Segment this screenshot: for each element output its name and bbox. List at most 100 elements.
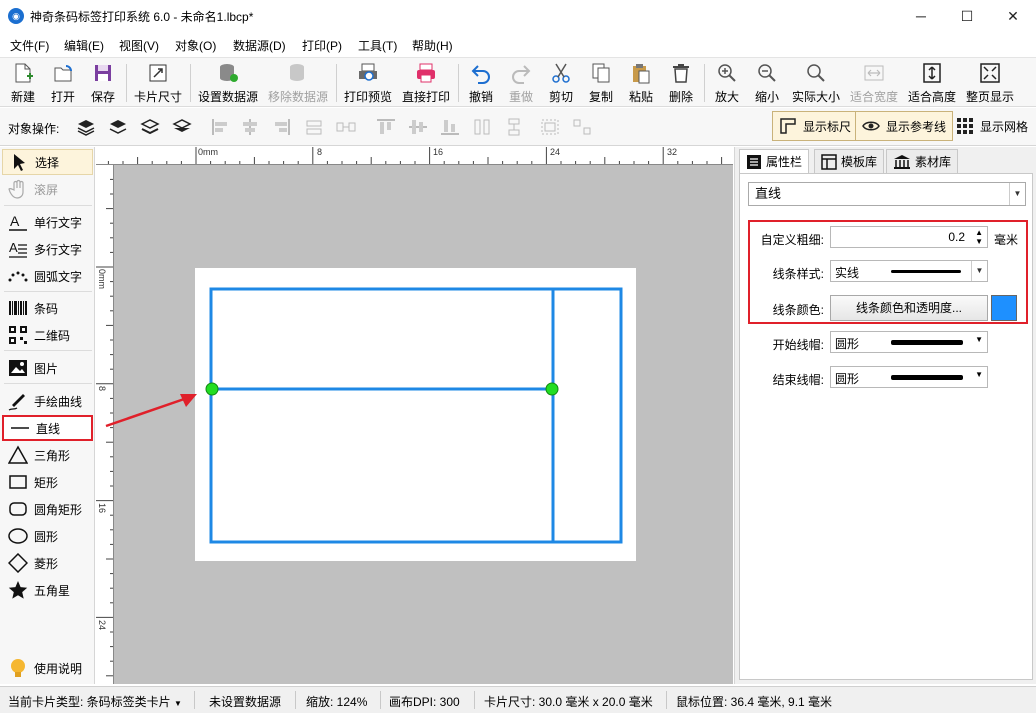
card-size-button[interactable]: 卡片尺寸 xyxy=(130,60,186,106)
object-ops-label: 对象操作: xyxy=(8,122,60,136)
app-icon: ◉ xyxy=(8,8,24,24)
align-left-icon[interactable] xyxy=(210,118,230,136)
paste-button[interactable]: 粘贴 xyxy=(622,60,660,106)
tool-scroll[interactable]: 滚屏 xyxy=(2,176,93,202)
actual-size-button[interactable]: 实际大小 xyxy=(788,60,844,106)
menu-bar: 文件(F) 编辑(E) 视图(V) 对象(O) 数据源(D) 打印(P) 工具(… xyxy=(0,33,1036,55)
v-ruler-label-24: 24 xyxy=(97,620,107,631)
tool-diamond[interactable]: 菱形 xyxy=(2,550,93,576)
save-button[interactable]: 保存 xyxy=(84,60,122,106)
line-color-swatch[interactable] xyxy=(991,295,1017,321)
align-center-icon[interactable] xyxy=(240,118,260,136)
tool-rounded-rect[interactable]: 圆角矩形 xyxy=(2,496,93,522)
show-guides-toggle[interactable]: 显示参考线 xyxy=(855,111,954,141)
tool-freehand[interactable]: 手绘曲线 xyxy=(2,388,93,414)
tool-image[interactable]: 图片 xyxy=(2,355,93,381)
cut-button[interactable]: 剪切 xyxy=(542,60,580,106)
undo-button[interactable]: 撤销 xyxy=(462,60,500,106)
menu-datasource[interactable]: 数据源(D) xyxy=(233,37,286,54)
group-icon[interactable] xyxy=(540,118,560,136)
bring-to-front-icon[interactable] xyxy=(76,118,96,136)
zoom-in-button[interactable]: 放大 xyxy=(708,60,746,106)
database-remove-icon xyxy=(290,64,304,81)
border-rectangle[interactable] xyxy=(209,287,623,544)
align-bottom-icon[interactable] xyxy=(440,118,460,136)
align-middle-icon[interactable] xyxy=(408,118,428,136)
zoom-out-button[interactable]: 缩小 xyxy=(748,60,786,106)
thickness-stepper[interactable]: 0.2 ▲ ▼ xyxy=(830,226,988,248)
redo-button[interactable]: 重做 xyxy=(502,60,540,106)
svg-text:A: A xyxy=(10,213,20,229)
menu-view[interactable]: 视图(V) xyxy=(119,37,159,54)
scissors-icon xyxy=(552,63,570,83)
distribute-horizontal-icon[interactable] xyxy=(304,118,324,136)
line-end-handle[interactable] xyxy=(545,382,559,396)
tool-triangle[interactable]: 三角形 xyxy=(2,442,93,468)
help-button[interactable]: 使用说明 xyxy=(2,655,93,681)
tool-star[interactable]: 五角星 xyxy=(2,577,93,603)
status-datasource: 未设置数据源 xyxy=(209,695,282,709)
new-button[interactable]: 新建 xyxy=(4,60,42,106)
object-type-select[interactable]: 直线 ▼ xyxy=(748,182,1026,206)
tool-arc-text[interactable]: 圆弧文字 xyxy=(2,263,93,289)
status-bar: 当前卡片类型: 条码标签类卡片 ▼ 未设置数据源 缩放: 124% 画布DPI:… xyxy=(0,686,1036,713)
rectangle-icon xyxy=(9,475,27,489)
print-preview-button[interactable]: 打印预览 xyxy=(340,60,396,106)
tool-single-text[interactable]: A 单行文字 xyxy=(2,209,93,235)
chevron-down-icon: ▼ xyxy=(975,370,983,379)
line-style-select[interactable]: 实线 ▼ xyxy=(830,260,988,282)
fit-height-button[interactable]: 适合高度 xyxy=(904,60,960,106)
fit-width-button[interactable]: 适合宽度 xyxy=(846,60,902,106)
triangle-icon xyxy=(8,445,28,464)
window-title: 神奇条码标签打印系统 6.0 - 未命名1.lbcp* xyxy=(30,10,254,24)
start-cap-select[interactable]: 圆形 ▼ xyxy=(830,331,988,353)
image-icon xyxy=(9,360,27,376)
delete-button[interactable]: 删除 xyxy=(662,60,700,106)
end-cap-select[interactable]: 圆形 ▼ xyxy=(830,366,988,388)
full-page-button[interactable]: 整页显示 xyxy=(962,60,1018,106)
tool-barcode[interactable]: 条码 xyxy=(2,295,93,321)
menu-edit[interactable]: 编辑(E) xyxy=(64,37,104,54)
menu-file[interactable]: 文件(F) xyxy=(10,37,49,54)
align-top-icon[interactable] xyxy=(376,118,396,136)
show-grid-toggle[interactable]: 显示网格 xyxy=(950,111,1034,141)
menu-print[interactable]: 打印(P) xyxy=(302,37,342,54)
save-icon xyxy=(95,65,111,81)
tool-circle[interactable]: 圆形 xyxy=(2,523,93,549)
bring-forward-icon[interactable] xyxy=(108,118,128,136)
menu-help[interactable]: 帮助(H) xyxy=(412,37,453,54)
copy-button[interactable]: 复制 xyxy=(582,60,620,106)
spin-arrows-icon[interactable]: ▲ ▼ xyxy=(975,228,983,246)
tool-qrcode[interactable]: 二维码 xyxy=(2,322,93,348)
align-right-icon[interactable] xyxy=(272,118,292,136)
status-card-type[interactable]: 当前卡片类型: 条码标签类卡片 ▼ xyxy=(8,693,182,710)
menu-tools[interactable]: 工具(T) xyxy=(358,37,397,54)
remove-datasource-button[interactable]: 移除数据源 xyxy=(264,60,332,106)
tab-templates[interactable]: 模板库 xyxy=(814,149,885,173)
line-start-handle[interactable] xyxy=(205,382,219,396)
tab-materials[interactable]: 素材库 xyxy=(886,149,959,173)
tool-multi-text[interactable]: A 多行文字 xyxy=(2,236,93,262)
close-button[interactable]: ✕ xyxy=(990,0,1036,32)
tool-line[interactable]: 直线 xyxy=(2,415,93,441)
distribute-vspacing-icon[interactable] xyxy=(504,118,524,136)
menu-object[interactable]: 对象(O) xyxy=(175,37,216,54)
printer-icon xyxy=(417,63,435,83)
set-datasource-button[interactable]: 设置数据源 xyxy=(194,60,262,106)
send-to-back-icon[interactable] xyxy=(172,118,192,136)
ungroup-icon[interactable] xyxy=(572,118,592,136)
send-backward-icon[interactable] xyxy=(140,118,160,136)
tool-rectangle[interactable]: 矩形 xyxy=(2,469,93,495)
design-canvas[interactable] xyxy=(114,165,733,684)
maximize-button[interactable]: ☐ xyxy=(944,0,990,32)
label-card[interactable] xyxy=(195,268,636,561)
open-button[interactable]: 打开 xyxy=(44,60,82,106)
show-ruler-toggle[interactable]: 显示标尺 xyxy=(772,111,859,141)
line-color-button[interactable]: 线条颜色和透明度... xyxy=(830,295,988,321)
tab-properties[interactable]: 属性栏 xyxy=(739,149,810,173)
distribute-vertical-icon[interactable] xyxy=(472,118,492,136)
direct-print-button[interactable]: 直接打印 xyxy=(398,60,454,106)
minimize-button[interactable]: ─ xyxy=(898,0,944,32)
distribute-spacing-icon[interactable] xyxy=(336,118,356,136)
tool-select[interactable]: 选择 xyxy=(2,149,93,175)
